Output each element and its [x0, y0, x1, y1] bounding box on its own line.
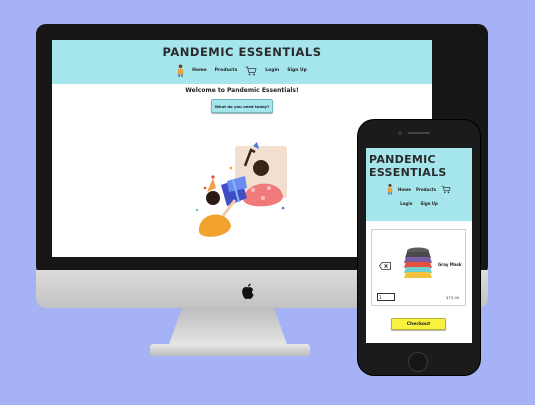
cart-item-name: Gray Mask — [438, 262, 462, 267]
mobile-header: PANDEMIC ESSENTIALS Home Products Login … — [366, 148, 472, 221]
imac-stand-foot — [150, 344, 310, 356]
imac-stand-neck — [168, 307, 288, 347]
quantity-input[interactable]: 1 — [377, 293, 395, 301]
desktop-nav-login[interactable]: Login — [265, 68, 279, 73]
phone-speaker — [408, 132, 430, 134]
what-do-you-need-button[interactable]: What do you need today? — [211, 99, 273, 113]
mobile-brand[interactable]: PANDEMIC ESSENTIALS — [366, 148, 472, 179]
phone-home-button — [408, 352, 428, 372]
celebration-illustration — [195, 142, 287, 237]
desktop-nav-home[interactable]: Home — [192, 68, 207, 73]
mobile-nav-products[interactable]: Products — [416, 187, 436, 192]
desktop-nav-signup[interactable]: Sign Up — [287, 68, 307, 73]
mobile-nav-secondary: Login Sign Up — [366, 201, 472, 206]
mobile-nav-signup[interactable]: Sign Up — [420, 201, 437, 206]
desktop-welcome-heading: Welcome to Pandemic Essentials! — [185, 87, 299, 94]
delete-icon[interactable] — [379, 262, 391, 270]
mobile-nav-home[interactable]: Home — [398, 187, 411, 192]
cart-item-card: Gray Mask 1 $75.00 — [371, 229, 466, 306]
apple-logo-icon — [242, 283, 254, 300]
desktop-nav: Home Products Login Sign Up — [52, 64, 432, 77]
cart-item-price: $75.00 — [446, 295, 460, 300]
iphone-device: PANDEMIC ESSENTIALS Home Products Login … — [358, 120, 480, 375]
mask-stack-image — [404, 247, 432, 278]
mobile-nav-primary: Home Products — [366, 183, 472, 195]
checkout-button[interactable]: Checkout — [391, 318, 446, 330]
desktop-brand[interactable]: PANDEMIC ESSENTIALS — [52, 40, 432, 59]
mobile-screen: PANDEMIC ESSENTIALS Home Products Login … — [366, 148, 472, 343]
phone-camera — [398, 131, 402, 135]
mobile-brand-line2: ESSENTIALS — [369, 166, 447, 179]
desktop-header: PANDEMIC ESSENTIALS Home Products Login … — [52, 40, 432, 84]
person-icon — [177, 64, 184, 77]
mobile-brand-line1: PANDEMIC — [369, 153, 436, 166]
cart-icon[interactable] — [441, 185, 451, 194]
mobile-nav-login[interactable]: Login — [400, 201, 412, 206]
cart-icon[interactable] — [245, 66, 257, 76]
desktop-nav-products[interactable]: Products — [215, 68, 238, 73]
person-icon — [387, 183, 393, 195]
